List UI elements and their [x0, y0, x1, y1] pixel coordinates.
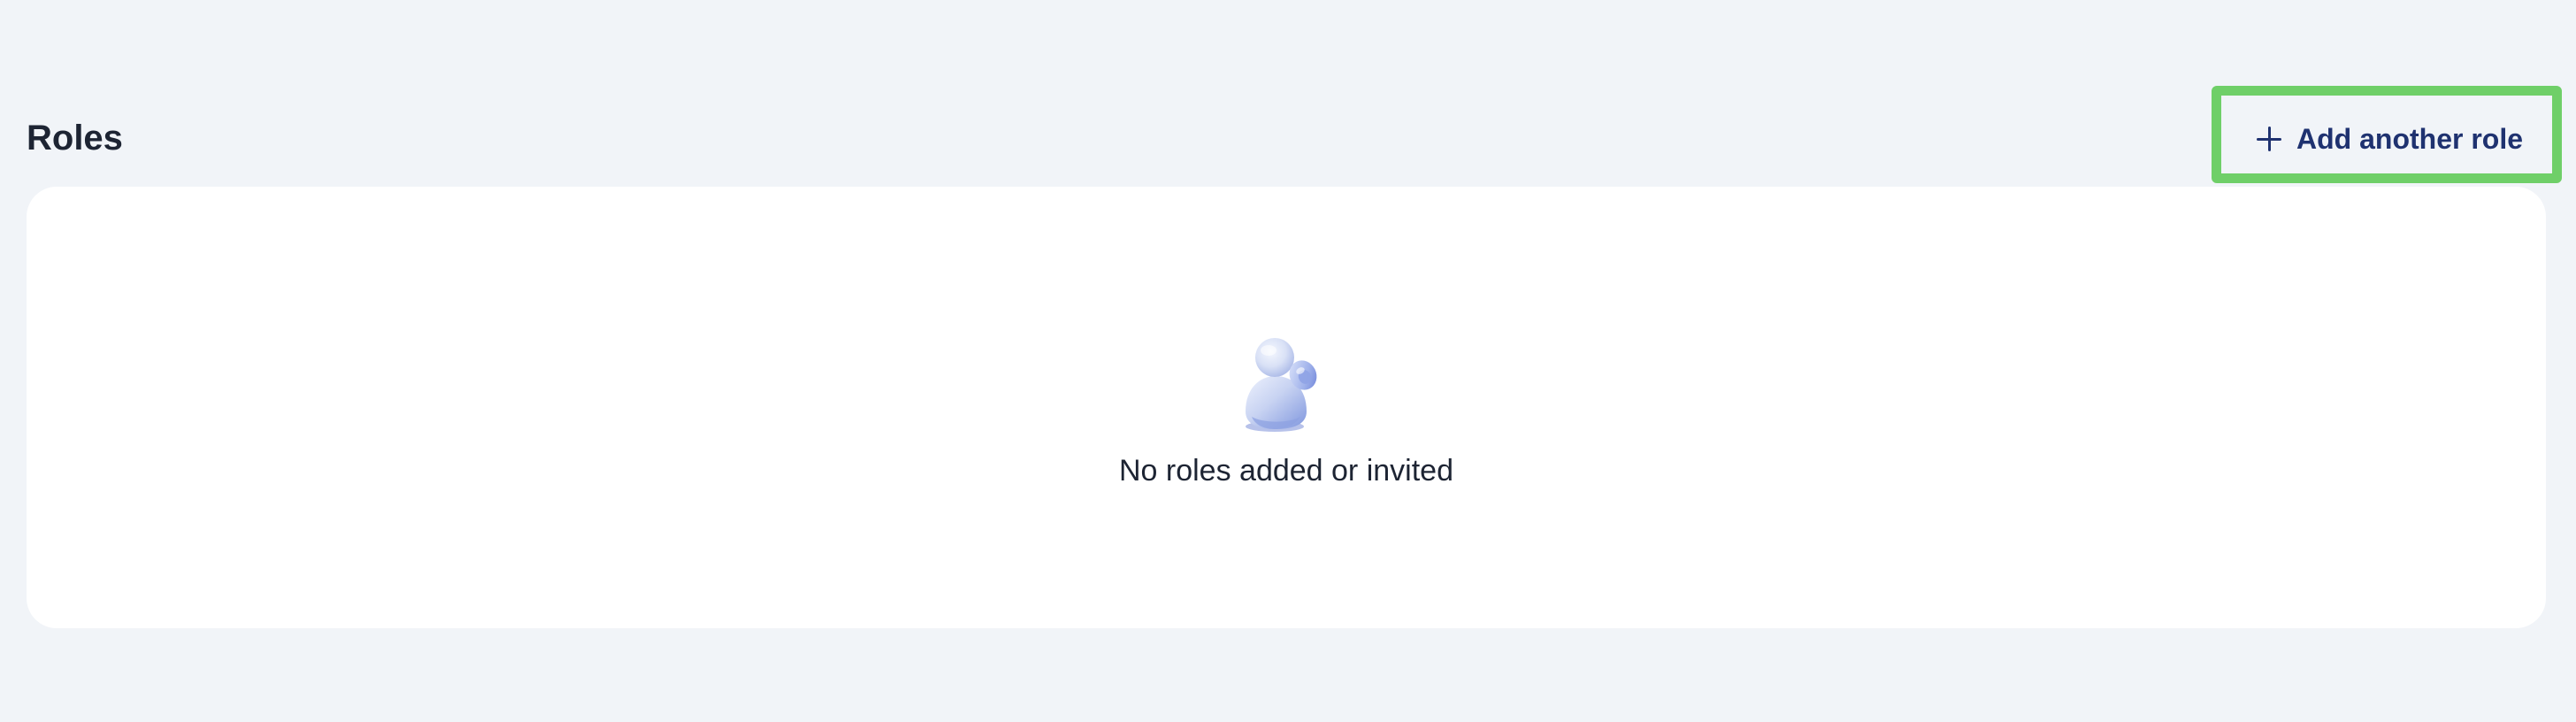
- add-another-role-button[interactable]: Add another role: [2256, 114, 2523, 164]
- plus-icon: [2256, 126, 2282, 152]
- empty-state: No roles added or invited: [27, 187, 2546, 628]
- roles-panel: No roles added or invited: [27, 187, 2546, 628]
- page-title: Roles: [27, 119, 123, 157]
- empty-state-message: No roles added or invited: [1118, 454, 1453, 488]
- add-another-role-label: Add another role: [2296, 122, 2524, 155]
- person-icon: [1246, 338, 1317, 432]
